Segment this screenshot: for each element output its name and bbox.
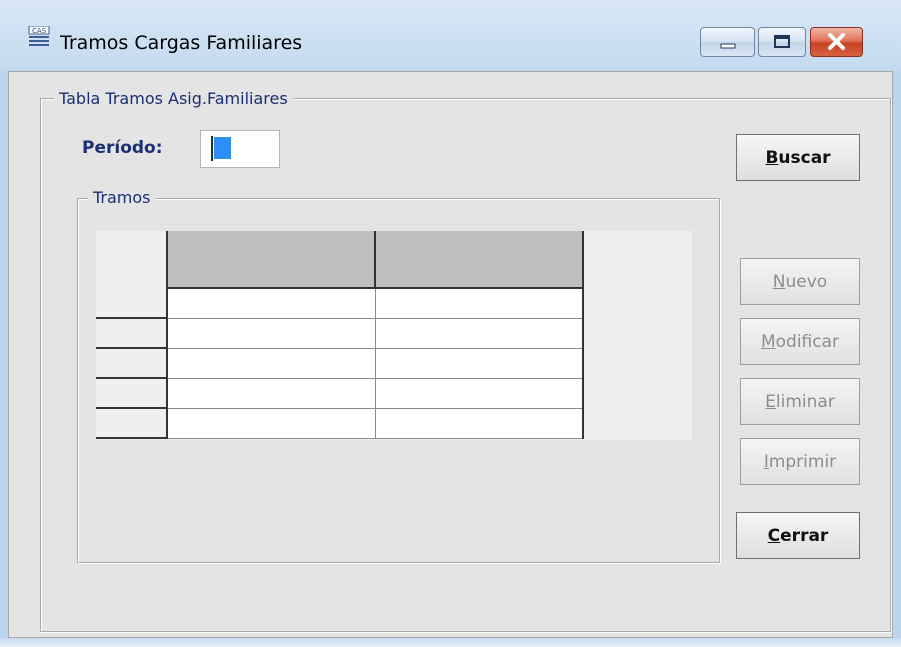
cerrar-label-rest: errar bbox=[780, 525, 829, 546]
nuevo-button-label: Nuevo bbox=[741, 272, 859, 292]
window-bottom-border bbox=[0, 638, 901, 647]
title-bar[interactable]: CAS Tramos Cargas Familiares bbox=[0, 0, 901, 72]
maximize-icon bbox=[774, 35, 790, 48]
svg-text:CAS: CAS bbox=[32, 27, 47, 35]
table-row[interactable] bbox=[96, 408, 584, 439]
imprimir-button[interactable]: Imprimir bbox=[740, 438, 860, 485]
nuevo-accel: N bbox=[772, 271, 786, 292]
cas-app-icon: CAS bbox=[28, 26, 50, 46]
eliminar-button-label: Eliminar bbox=[741, 392, 859, 412]
grid-cell[interactable] bbox=[375, 408, 584, 439]
grid-column-header[interactable] bbox=[167, 231, 376, 289]
eliminar-accel: E bbox=[765, 391, 776, 412]
close-button[interactable] bbox=[810, 27, 863, 57]
grid-corner-cell bbox=[96, 231, 168, 288]
grid-cell[interactable] bbox=[375, 288, 584, 319]
buscar-label-rest: uscar bbox=[778, 147, 831, 168]
buscar-button-label: Buscar bbox=[737, 148, 859, 168]
grid-header-row bbox=[96, 231, 584, 289]
grid-cell[interactable] bbox=[167, 378, 376, 409]
nuevo-label-rest: uevo bbox=[785, 271, 828, 292]
client-area: Tabla Tramos Asig.Familiares Período: Tr… bbox=[8, 71, 893, 638]
buscar-accel: B bbox=[765, 147, 779, 168]
cerrar-button[interactable]: Cerrar bbox=[736, 512, 860, 559]
tramos-table bbox=[96, 231, 584, 439]
group-tabla-tramos-legend: Tabla Tramos Asig.Familiares bbox=[54, 89, 293, 108]
minimize-icon bbox=[720, 43, 736, 49]
imprimir-label-rest: mprimir bbox=[768, 451, 837, 472]
maximize-button[interactable] bbox=[758, 27, 806, 57]
row-header[interactable] bbox=[96, 348, 168, 379]
close-icon bbox=[828, 33, 845, 50]
modificar-accel: M bbox=[760, 331, 776, 352]
selection-highlight bbox=[214, 137, 231, 159]
grid-cell[interactable] bbox=[375, 378, 584, 409]
eliminar-button[interactable]: Eliminar bbox=[740, 378, 860, 425]
minimize-button[interactable] bbox=[700, 27, 755, 57]
row-header[interactable] bbox=[96, 318, 168, 349]
periodo-label: Período: bbox=[82, 138, 163, 158]
text-caret bbox=[211, 136, 213, 161]
grid-cell[interactable] bbox=[375, 318, 584, 349]
grid-column-header[interactable] bbox=[375, 231, 584, 289]
grid-cell[interactable] bbox=[167, 408, 376, 439]
grid-cell[interactable] bbox=[375, 348, 584, 379]
buscar-button[interactable]: Buscar bbox=[736, 134, 860, 181]
grid-cell[interactable] bbox=[167, 288, 376, 319]
app-window: CAS Tramos Cargas Familiares Tabla Tramo… bbox=[0, 0, 901, 647]
cerrar-button-label: Cerrar bbox=[737, 526, 859, 546]
grid-cell[interactable] bbox=[167, 348, 376, 379]
group-tramos-legend: Tramos bbox=[88, 188, 156, 207]
row-header[interactable] bbox=[96, 288, 168, 319]
row-header[interactable] bbox=[96, 408, 168, 439]
cerrar-accel: C bbox=[767, 525, 781, 546]
modificar-label-rest: odificar bbox=[775, 331, 840, 352]
table-row[interactable] bbox=[96, 288, 584, 319]
table-row[interactable] bbox=[96, 378, 584, 409]
window-title: Tramos Cargas Familiares bbox=[60, 32, 303, 54]
modificar-button-label: Modificar bbox=[741, 332, 859, 352]
periodo-input[interactable] bbox=[200, 130, 280, 168]
modificar-button[interactable]: Modificar bbox=[740, 318, 860, 365]
table-row[interactable] bbox=[96, 318, 584, 349]
imprimir-button-label: Imprimir bbox=[741, 452, 859, 472]
row-header[interactable] bbox=[96, 378, 168, 409]
table-row[interactable] bbox=[96, 348, 584, 379]
tramos-grid[interactable] bbox=[96, 231, 692, 440]
grid-cell[interactable] bbox=[167, 318, 376, 349]
eliminar-label-rest: liminar bbox=[775, 391, 835, 412]
nuevo-button[interactable]: Nuevo bbox=[740, 258, 860, 305]
